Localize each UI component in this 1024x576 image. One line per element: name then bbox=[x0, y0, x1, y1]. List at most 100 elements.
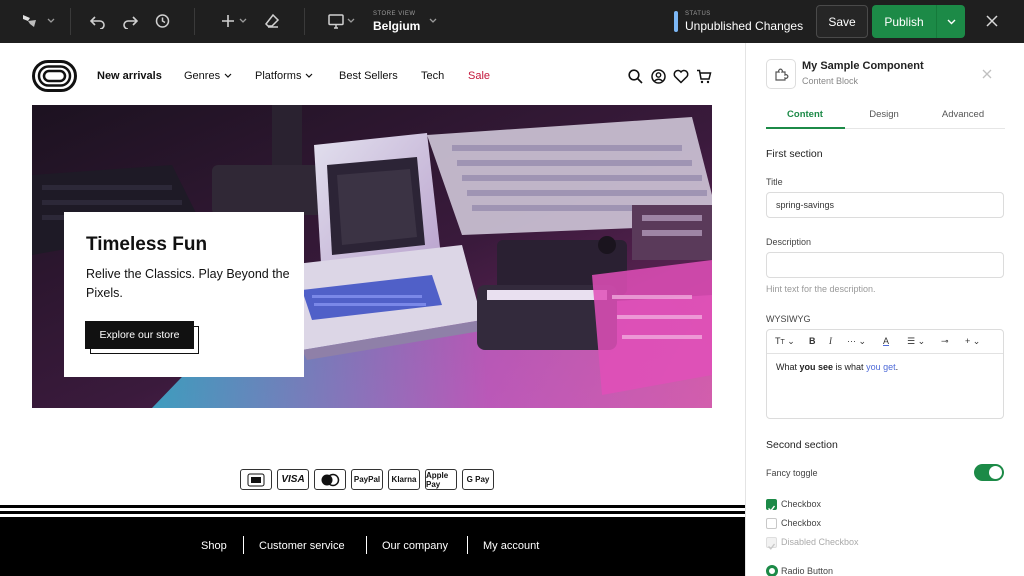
account-icon[interactable] bbox=[651, 69, 666, 89]
close-icon[interactable] bbox=[982, 67, 992, 82]
klarna-icon: Klarna bbox=[388, 469, 420, 490]
google-pay-icon: G Pay bbox=[462, 469, 494, 490]
eraser-icon[interactable] bbox=[262, 11, 282, 31]
description-input[interactable] bbox=[766, 252, 1004, 278]
italic-icon[interactable]: I bbox=[829, 336, 832, 346]
tab-content[interactable]: Content bbox=[766, 109, 844, 120]
store-logo-icon[interactable] bbox=[32, 60, 77, 97]
logo-icon[interactable] bbox=[20, 11, 40, 31]
nav-new-arrivals[interactable]: New arrivals bbox=[97, 70, 162, 82]
second-section-heading: Second section bbox=[766, 439, 838, 451]
footer-link-shop[interactable]: Shop bbox=[201, 540, 227, 552]
insert-icon[interactable]: + ⌄ bbox=[965, 336, 980, 347]
nav-platforms[interactable]: Platforms bbox=[255, 70, 313, 82]
checkbox-label: Checkbox bbox=[781, 499, 822, 509]
wysiwyg-text: . bbox=[895, 362, 899, 372]
chevron-down-icon bbox=[947, 19, 955, 24]
undo-icon[interactable] bbox=[88, 12, 108, 32]
hero-subtitle: Relive the Classics. Play Beyond the Pix… bbox=[86, 267, 290, 300]
publish-options-button[interactable] bbox=[936, 5, 965, 38]
first-section-heading: First section bbox=[766, 148, 823, 160]
nav-best-sellers[interactable]: Best Sellers bbox=[339, 70, 398, 82]
store-footer: Shop Customer service Our company My acc… bbox=[0, 523, 745, 576]
wysiwyg-text: is what bbox=[833, 362, 867, 372]
active-tab-indicator bbox=[766, 127, 845, 129]
wysiwyg-link[interactable]: you get bbox=[866, 362, 896, 372]
nav-link-label: New arrivals bbox=[97, 70, 162, 82]
link-icon[interactable]: ⊸ bbox=[941, 336, 949, 347]
cart-icon[interactable] bbox=[696, 69, 712, 89]
check-icon bbox=[768, 505, 776, 512]
footer-link-my-account[interactable]: My account bbox=[483, 540, 539, 552]
list-icon[interactable]: ☰ ⌄ bbox=[907, 336, 925, 347]
close-icon[interactable] bbox=[982, 11, 1002, 31]
tab-advanced[interactable]: Advanced bbox=[924, 109, 1002, 120]
puzzle-icon bbox=[766, 59, 796, 89]
footer-stripes bbox=[0, 505, 745, 523]
wysiwyg-label: WYSIWYG bbox=[766, 314, 811, 324]
add-icon[interactable] bbox=[218, 11, 238, 31]
component-subtitle: Content Block bbox=[802, 76, 859, 86]
nav-sale[interactable]: Sale bbox=[468, 70, 490, 82]
store-view-label: STORE VIEW bbox=[373, 11, 416, 17]
checkbox-2[interactable] bbox=[766, 518, 777, 529]
text-color-icon[interactable]: A bbox=[883, 336, 889, 346]
visa-icon: VISA bbox=[277, 469, 309, 490]
component-settings-panel: My Sample Component Content Block Conten… bbox=[745, 43, 1024, 576]
more-options-icon[interactable]: ··· ⌄ bbox=[847, 336, 866, 347]
tab-design[interactable]: Design bbox=[845, 109, 923, 120]
status-label: STATUS bbox=[685, 11, 711, 17]
wysiwyg-content[interactable]: What you see is what you get. bbox=[776, 362, 898, 372]
chevron-down-icon[interactable] bbox=[428, 15, 438, 27]
desktop-icon[interactable] bbox=[326, 11, 346, 31]
title-label: Title bbox=[766, 177, 783, 187]
mastercard-icon bbox=[314, 469, 346, 490]
radio-button[interactable] bbox=[766, 565, 778, 576]
text-style-icon[interactable]: TT ⌄ bbox=[775, 336, 795, 347]
status-value: Unpublished Changes bbox=[685, 19, 804, 33]
fancy-toggle-label: Fancy toggle bbox=[766, 468, 818, 478]
checkbox-1[interactable] bbox=[766, 499, 777, 512]
component-title: My Sample Component bbox=[802, 60, 924, 72]
chevron-down-icon[interactable] bbox=[46, 15, 56, 27]
explore-store-button[interactable]: Explore our store bbox=[85, 321, 194, 349]
chevron-down-icon[interactable] bbox=[238, 15, 248, 27]
chevron-down-icon bbox=[306, 73, 313, 78]
wysiwyg-bold-text: you see bbox=[799, 362, 834, 372]
search-icon[interactable] bbox=[628, 69, 643, 89]
nav-tech[interactable]: Tech bbox=[421, 70, 444, 82]
nav-link-label: Tech bbox=[421, 70, 445, 82]
description-label: Description bbox=[766, 237, 812, 247]
wishlist-icon[interactable] bbox=[673, 69, 689, 89]
title-input[interactable]: spring-savings bbox=[766, 192, 1004, 218]
wysiwyg-toolbar: TT ⌄ B I ··· ⌄ A ☰ ⌄ ⊸ + ⌄ bbox=[767, 330, 1003, 354]
nav-link-label: Platforms bbox=[255, 70, 302, 82]
nav-link-label: Genres bbox=[184, 70, 221, 82]
chevron-down-icon bbox=[224, 73, 232, 78]
fancy-toggle[interactable] bbox=[974, 464, 1004, 481]
editor-toolbar: STORE VIEW Belgium STATUS Unpublished Ch… bbox=[0, 0, 1024, 43]
store-nav: New arrivals Genres Platforms Best Selle… bbox=[0, 43, 745, 105]
redo-icon[interactable] bbox=[120, 12, 140, 32]
wysiwyg-editor[interactable]: TT ⌄ B I ··· ⌄ A ☰ ⌄ ⊸ + ⌄ What you see … bbox=[766, 329, 1004, 419]
footer-link-our-company[interactable]: Our company bbox=[382, 540, 448, 552]
checkbox-label: Checkbox bbox=[781, 518, 822, 528]
publish-button-group: Publish bbox=[872, 5, 965, 38]
history-icon[interactable] bbox=[152, 11, 172, 31]
hero-card: Timeless Fun Relive the Classics. Play B… bbox=[64, 212, 304, 377]
save-button[interactable]: Save bbox=[816, 5, 868, 38]
description-hint: Hint text for the description. bbox=[766, 284, 876, 294]
disabled-checkbox bbox=[766, 537, 777, 550]
bold-icon[interactable]: B bbox=[809, 336, 816, 346]
nav-genres[interactable]: Genres bbox=[184, 70, 232, 82]
footer-link-customer-service[interactable]: Customer service bbox=[259, 540, 345, 552]
status-indicator bbox=[674, 11, 678, 32]
store-preview: New arrivals Genres Platforms Best Selle… bbox=[0, 43, 745, 576]
radio-label: Radio Button bbox=[781, 566, 834, 576]
chevron-down-icon[interactable] bbox=[346, 15, 356, 27]
store-view-select[interactable]: Belgium bbox=[373, 19, 420, 33]
publish-button[interactable]: Publish bbox=[872, 5, 936, 38]
payment-methods: VISA PayPal Klarna Apple Pay G Pay bbox=[240, 469, 494, 490]
nav-link-label: Best Sellers bbox=[339, 70, 398, 82]
ideal-icon bbox=[240, 469, 272, 490]
